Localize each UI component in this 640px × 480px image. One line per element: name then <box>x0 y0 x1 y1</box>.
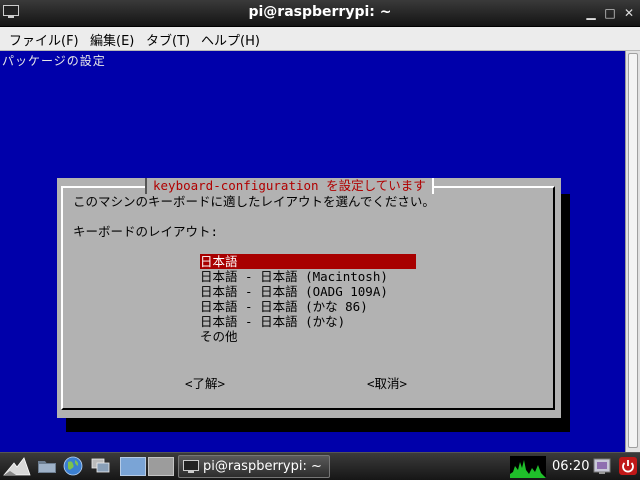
layout-option[interactable]: その他 <box>200 329 416 344</box>
terminal-area[interactable]: パッケージの設定 keyboard-configuration を設定しています… <box>0 51 625 452</box>
cancel-button[interactable]: <取消> <box>367 373 407 392</box>
layout-option[interactable]: 日本語 - 日本語 (Macintosh) <box>200 269 416 284</box>
power-icon[interactable] <box>619 457 637 475</box>
window-titlebar[interactable]: pi@raspberrypi: ~ ▁ □ ✕ <box>0 0 640 27</box>
debconf-backtitle: パッケージの設定 <box>2 54 106 68</box>
lxde-start-icon[interactable] <box>2 455 32 477</box>
desktop-pager-2[interactable] <box>148 457 174 476</box>
maximize-button[interactable]: □ <box>603 6 617 20</box>
layout-list-label: キーボードのレイアウト: <box>73 224 219 239</box>
close-button[interactable]: ✕ <box>622 6 636 20</box>
ok-button[interactable]: <了解> <box>185 373 225 392</box>
menu-tab[interactable]: タブ(T) <box>146 30 190 49</box>
battery-icon[interactable] <box>592 457 612 475</box>
layout-option[interactable]: 日本語 - 日本語 (かな 86) <box>200 299 416 314</box>
web-browser-icon[interactable] <box>63 456 83 476</box>
window-title: pi@raspberrypi: ~ <box>248 4 392 20</box>
taskbar-window-label: pi@raspberrypi: ~ <box>203 459 322 474</box>
dialog-title: keyboard-configuration を設定しています <box>145 178 434 194</box>
file-manager-icon[interactable] <box>38 459 56 473</box>
menu-help[interactable]: ヘルプ(H) <box>201 30 260 49</box>
desktop-pager-1[interactable] <box>120 457 146 476</box>
scrollbar-thumb[interactable] <box>628 53 638 448</box>
taskbar-clock[interactable]: 06:20 <box>552 459 589 474</box>
terminal-app-icon <box>183 460 199 473</box>
layout-option[interactable]: 日本語 - 日本語 (OADG 109A) <box>200 284 416 299</box>
menu-edit[interactable]: 編集(E) <box>90 30 134 49</box>
layout-option[interactable]: 日本語 - 日本語 (かな) <box>200 314 416 329</box>
show-windows-icon[interactable] <box>91 458 111 474</box>
taskbar-window-button[interactable]: pi@raspberrypi: ~ <box>178 455 330 478</box>
cpu-monitor-graph <box>510 456 546 478</box>
dialog-prompt: このマシンのキーボードに適したレイアウトを選んでください。 <box>73 194 435 209</box>
minimize-button[interactable]: ▁ <box>584 6 598 20</box>
taskbar: pi@raspberrypi: ~ 06:20 <box>0 452 640 480</box>
menu-file[interactable]: ファイル(F) <box>9 30 79 49</box>
menubar: ファイル(F) 編集(E) タブ(T) ヘルプ(H) <box>0 27 640 51</box>
terminal-scrollbar[interactable] <box>625 51 640 452</box>
debconf-dialog: keyboard-configuration を設定しています このマシンのキー… <box>57 178 561 418</box>
layout-option-selected[interactable]: 日本語 <box>200 254 416 269</box>
